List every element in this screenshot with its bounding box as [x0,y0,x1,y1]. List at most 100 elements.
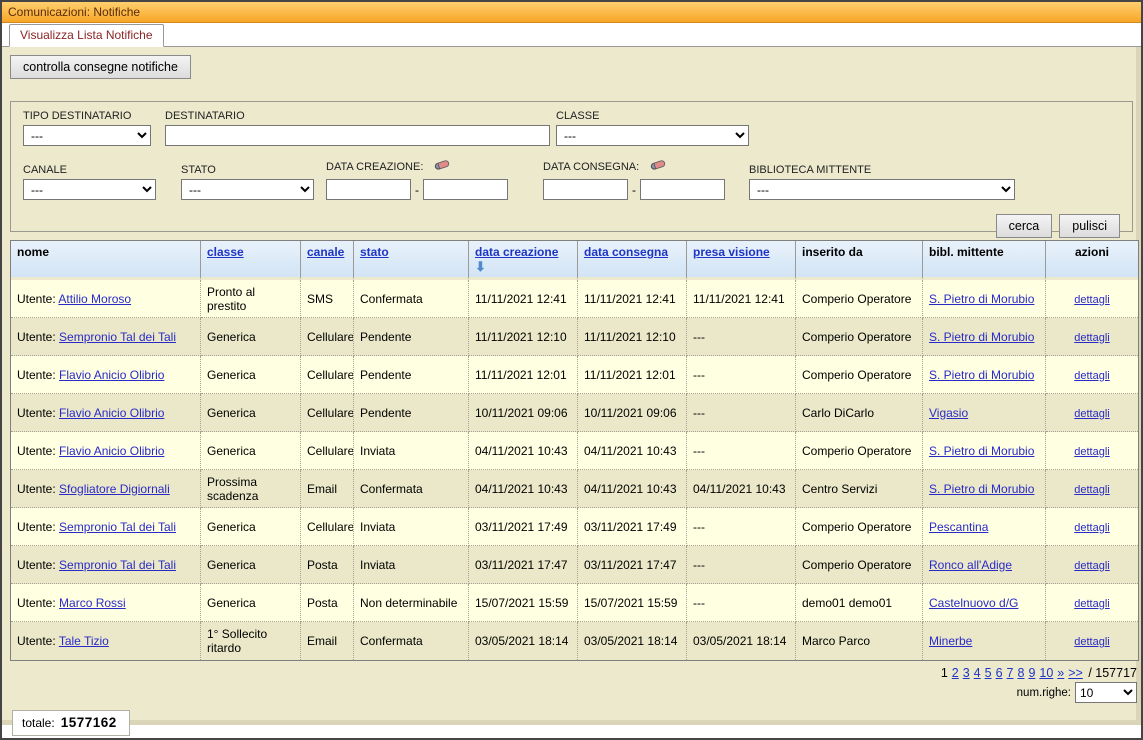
sort-link-presa_visione[interactable]: presa visione [693,245,770,259]
sort-link-canale[interactable]: canale [307,245,344,259]
sort-link-classe[interactable]: classe [207,245,244,259]
cerca-button[interactable]: cerca [996,214,1053,238]
cell-classe: Generica [201,356,301,394]
column-header-canale[interactable]: canale [301,241,354,280]
page-link-5[interactable]: 5 [985,666,992,680]
dettagli-link[interactable]: dettagli [1074,484,1109,496]
cell-presa_visione: 11/11/2021 12:41 [687,280,796,318]
user-link[interactable]: Sempronio Tal dei Tali [59,558,176,572]
library-link[interactable]: S. Pietro di Morubio [929,330,1034,344]
page-next-link[interactable]: » [1057,666,1064,680]
cell-azioni: dettagli [1046,622,1138,660]
dettagli-link[interactable]: dettagli [1074,636,1109,648]
cell-data_consegna: 03/11/2021 17:47 [578,546,687,584]
table-header-row: nomeclassecanalestatodata creazione⬇data… [11,241,1138,280]
biblioteca-mittente-select[interactable]: --- [749,179,1015,200]
user-link[interactable]: Marco Rossi [59,596,126,610]
column-header-stato[interactable]: stato [354,241,469,280]
cell-presa_visione: --- [687,394,796,432]
library-link[interactable]: S. Pietro di Morubio [929,444,1034,458]
cell-bibl-mittente: Vigasio [923,394,1046,432]
library-link[interactable]: S. Pietro di Morubio [929,292,1034,306]
page-last-link[interactable]: >> [1068,666,1083,680]
sort-link-data_consegna[interactable]: data consegna [584,245,668,259]
column-header-classe[interactable]: classe [201,241,301,280]
controlla-consegne-button[interactable]: controlla consegne notifiche [10,55,191,79]
biblioteca-mittente-label: BIBLIOTECA MITTENTE [749,164,1015,176]
user-link[interactable]: Flavio Anicio Olibrio [59,406,164,420]
table-row: Utente: Attilio MorosoPronto al prestito… [11,280,1138,318]
library-link[interactable]: Ronco all'Adige [929,558,1012,572]
cell-data_creazione: 11/11/2021 12:10 [469,318,578,356]
dettagli-link[interactable]: dettagli [1074,446,1109,458]
notifications-table: nomeclassecanalestatodata creazione⬇data… [10,240,1139,661]
library-link[interactable]: Minerbe [929,634,972,648]
nome-prefix: Utente: [17,520,59,534]
table-row: Utente: Flavio Anicio OlibrioGenericaCel… [11,394,1138,432]
user-link[interactable]: Attilio Moroso [58,292,131,306]
cell-data_creazione: 03/11/2021 17:47 [469,546,578,584]
cell-bibl-mittente: S. Pietro di Morubio [923,318,1046,356]
data-creazione-from-input[interactable] [326,179,411,200]
library-link[interactable]: S. Pietro di Morubio [929,482,1034,496]
cell-presa_visione: --- [687,318,796,356]
library-link[interactable]: Vigasio [929,406,968,420]
library-link[interactable]: Pescantina [929,520,988,534]
classe-select[interactable]: --- [556,125,749,146]
tab-visualizza-lista-notifiche[interactable]: Visualizza Lista Notifiche [9,24,164,47]
pulisci-button[interactable]: pulisci [1059,214,1120,238]
column-header-presa_visione[interactable]: presa visione [687,241,796,280]
sort-link-stato[interactable]: stato [360,245,389,259]
data-consegna-to-input[interactable] [640,179,725,200]
page-link-3[interactable]: 3 [963,666,970,680]
library-link[interactable]: Castelnuovo d/G [929,596,1018,610]
data-consegna-label: DATA CONSEGNA: [543,161,639,173]
cell-presa_visione: --- [687,584,796,622]
total-box: totale:1577162 [12,710,130,736]
dettagli-link[interactable]: dettagli [1074,560,1109,572]
sort-link-data_creazione[interactable]: data creazione [475,245,558,259]
cell-nome: Utente: Marco Rossi [11,584,201,622]
page-link-10[interactable]: 10 [1039,666,1053,680]
content-area: controlla consegne notifiche TIPO DESTIN… [2,47,1141,725]
page-link-9[interactable]: 9 [1028,666,1035,680]
data-consegna-from-input[interactable] [543,179,628,200]
dettagli-link[interactable]: dettagli [1074,598,1109,610]
cell-stato: Inviata [354,508,469,546]
table-header: nomeclassecanalestatodata creazione⬇data… [11,241,1138,280]
canale-select[interactable]: --- [23,179,156,200]
tipo-destinatario-select[interactable]: --- [23,125,151,146]
column-header-data_creazione[interactable]: data creazione⬇ [469,241,578,280]
user-link[interactable]: Sempronio Tal dei Tali [59,330,176,344]
user-link[interactable]: Flavio Anicio Olibrio [59,368,164,382]
dettagli-link[interactable]: dettagli [1074,294,1109,306]
total-value: 1577162 [61,715,117,730]
dettagli-link[interactable]: dettagli [1074,522,1109,534]
eraser-icon[interactable] [433,158,451,176]
stato-select[interactable]: --- [181,179,314,200]
dettagli-link[interactable]: dettagli [1074,370,1109,382]
user-link[interactable]: Flavio Anicio Olibrio [59,444,164,458]
page-link-2[interactable]: 2 [952,666,959,680]
user-link[interactable]: Tale Tizio [59,634,109,648]
cell-nome: Utente: Attilio Moroso [11,280,201,318]
cell-azioni: dettagli [1046,432,1138,470]
column-header-data_consegna[interactable]: data consegna [578,241,687,280]
page-link-4[interactable]: 4 [974,666,981,680]
user-link[interactable]: Sfogliatore Digiornali [59,482,170,496]
dettagli-link[interactable]: dettagli [1074,408,1109,420]
cell-inserito_da: Comperio Operatore [796,508,923,546]
data-creazione-to-input[interactable] [423,179,508,200]
user-link[interactable]: Sempronio Tal dei Tali [59,520,176,534]
page-link-8[interactable]: 8 [1017,666,1024,680]
cell-inserito_da: demo01 demo01 [796,584,923,622]
rows-per-page-select[interactable]: 10 [1075,682,1137,703]
destinatario-label: DESTINATARIO [165,110,550,122]
page-link-7[interactable]: 7 [1007,666,1014,680]
destinatario-input[interactable] [165,125,550,146]
dettagli-link[interactable]: dettagli [1074,332,1109,344]
filter-panel: TIPO DESTINATARIO --- DESTINATARIO CLASS… [10,101,1133,232]
library-link[interactable]: S. Pietro di Morubio [929,368,1034,382]
page-link-6[interactable]: 6 [996,666,1003,680]
eraser-icon[interactable] [649,158,667,176]
